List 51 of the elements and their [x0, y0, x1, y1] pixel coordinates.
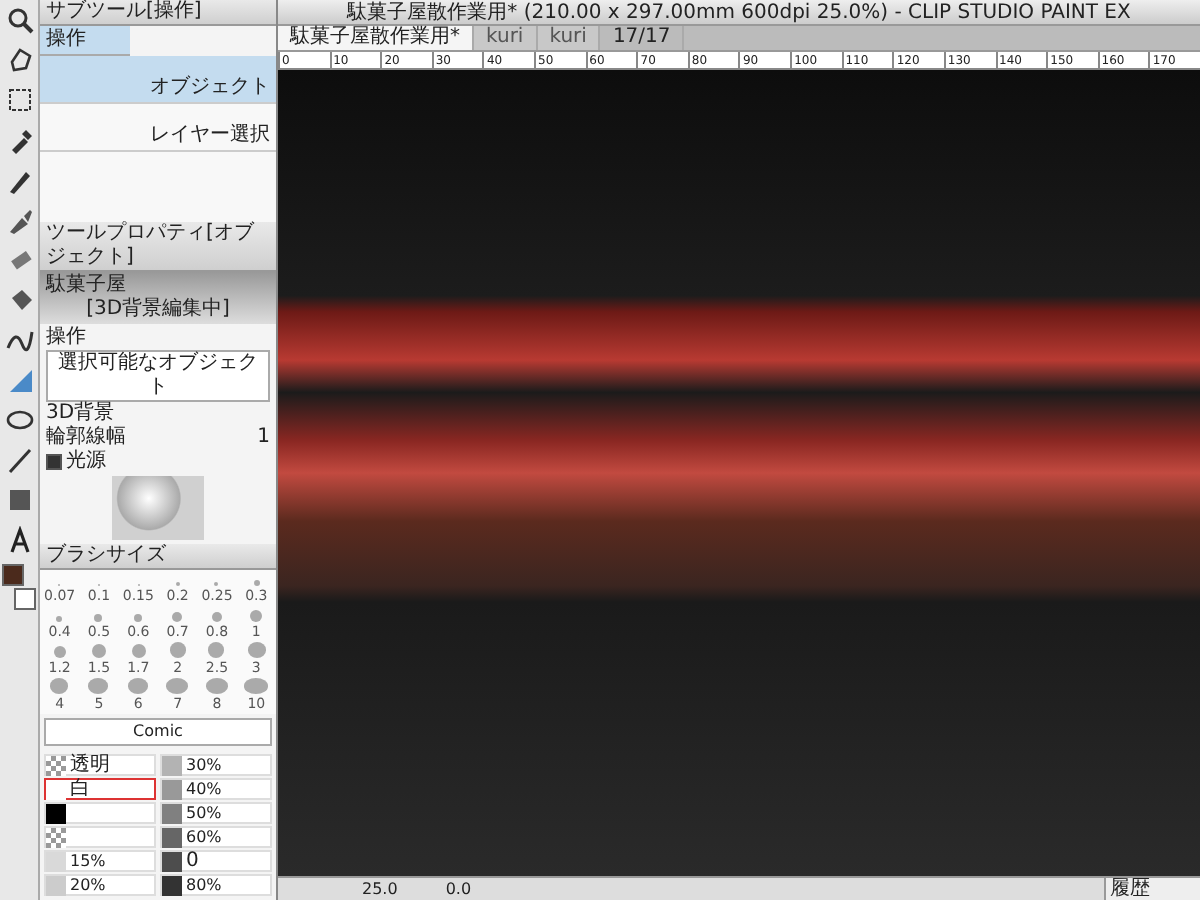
3d-scene-render[interactable]: [278, 70, 1200, 876]
property-label: 輪郭線幅: [46, 426, 126, 449]
curve-icon[interactable]: [5, 326, 33, 354]
ruler-icon[interactable]: [5, 366, 33, 394]
window-title: 駄菓子屋散作業用* (210.00 x 297.00mm 600dpi 25.0%) - CLIP STUDIO PAINT EX: [278, 0, 1200, 26]
history-panel-label[interactable]: 履歴: [1104, 878, 1200, 900]
color-set-dropdown[interactable]: Comic: [44, 718, 272, 746]
color-swatch[interactable]: 60%: [160, 826, 272, 848]
document-tab[interactable]: 駄菓子屋散作業用*: [278, 26, 474, 50]
subtool-item[interactable]: レイヤー選択: [40, 104, 276, 152]
panel-tab[interactable]: サブツール[操作]: [40, 0, 276, 26]
subtool-item[interactable]: オブジェクト: [40, 56, 276, 104]
color-swatch[interactable]: 20%: [44, 874, 156, 896]
lasso-icon[interactable]: [5, 46, 33, 74]
section-label: 3D背景: [46, 402, 117, 425]
page-counter: 17/17: [600, 26, 685, 50]
panel-tab[interactable]: ツールプロパティ[オブジェクト]: [40, 222, 276, 272]
document-tab[interactable]: kuri: [537, 26, 601, 50]
color-swatch[interactable]: 30%: [160, 754, 272, 776]
brush-icon[interactable]: [5, 206, 33, 234]
document-tab[interactable]: kuri: [474, 26, 538, 50]
edit-mode-label: [3D背景編集中]: [84, 298, 232, 322]
property-label: 操作: [46, 326, 88, 350]
selection-icon[interactable]: [5, 86, 33, 114]
color-swatch[interactable]: 0: [160, 850, 272, 872]
property-label: 光源: [66, 450, 106, 474]
angle-value[interactable]: 0.0: [441, 878, 476, 900]
eraser-icon[interactable]: [5, 246, 33, 274]
subtool-group-tab[interactable]: 操作: [40, 26, 130, 56]
zoom-value[interactable]: 25.0: [358, 878, 402, 900]
color-swatch[interactable]: [44, 826, 156, 848]
object-name: 駄菓子屋: [46, 274, 128, 297]
ellipse-icon[interactable]: [5, 406, 33, 434]
light-checkbox[interactable]: [46, 454, 62, 470]
text-icon[interactable]: [5, 526, 33, 554]
color-swatch[interactable]: 80%: [160, 874, 272, 896]
sphere-preview: [112, 476, 204, 540]
color-swatch[interactable]: 透明: [44, 754, 156, 776]
line-icon[interactable]: [5, 446, 33, 474]
color-swatch[interactable]: 40%: [160, 778, 272, 800]
outline-width-value[interactable]: 1: [257, 426, 270, 450]
panel-tab[interactable]: ブラシサイズ: [40, 544, 276, 570]
operation-dropdown[interactable]: 選択可能なオブジェクト: [46, 350, 270, 402]
main-color-swatch[interactable]: [2, 564, 24, 586]
sub-color-swatch[interactable]: [14, 588, 36, 610]
search-icon[interactable]: [5, 6, 33, 34]
color-swatch[interactable]: 15%: [44, 850, 156, 872]
color-swatch[interactable]: 白: [44, 778, 156, 800]
color-swatch[interactable]: [44, 802, 156, 824]
pen-icon[interactable]: [5, 166, 33, 194]
color-swatch[interactable]: 50%: [160, 802, 272, 824]
